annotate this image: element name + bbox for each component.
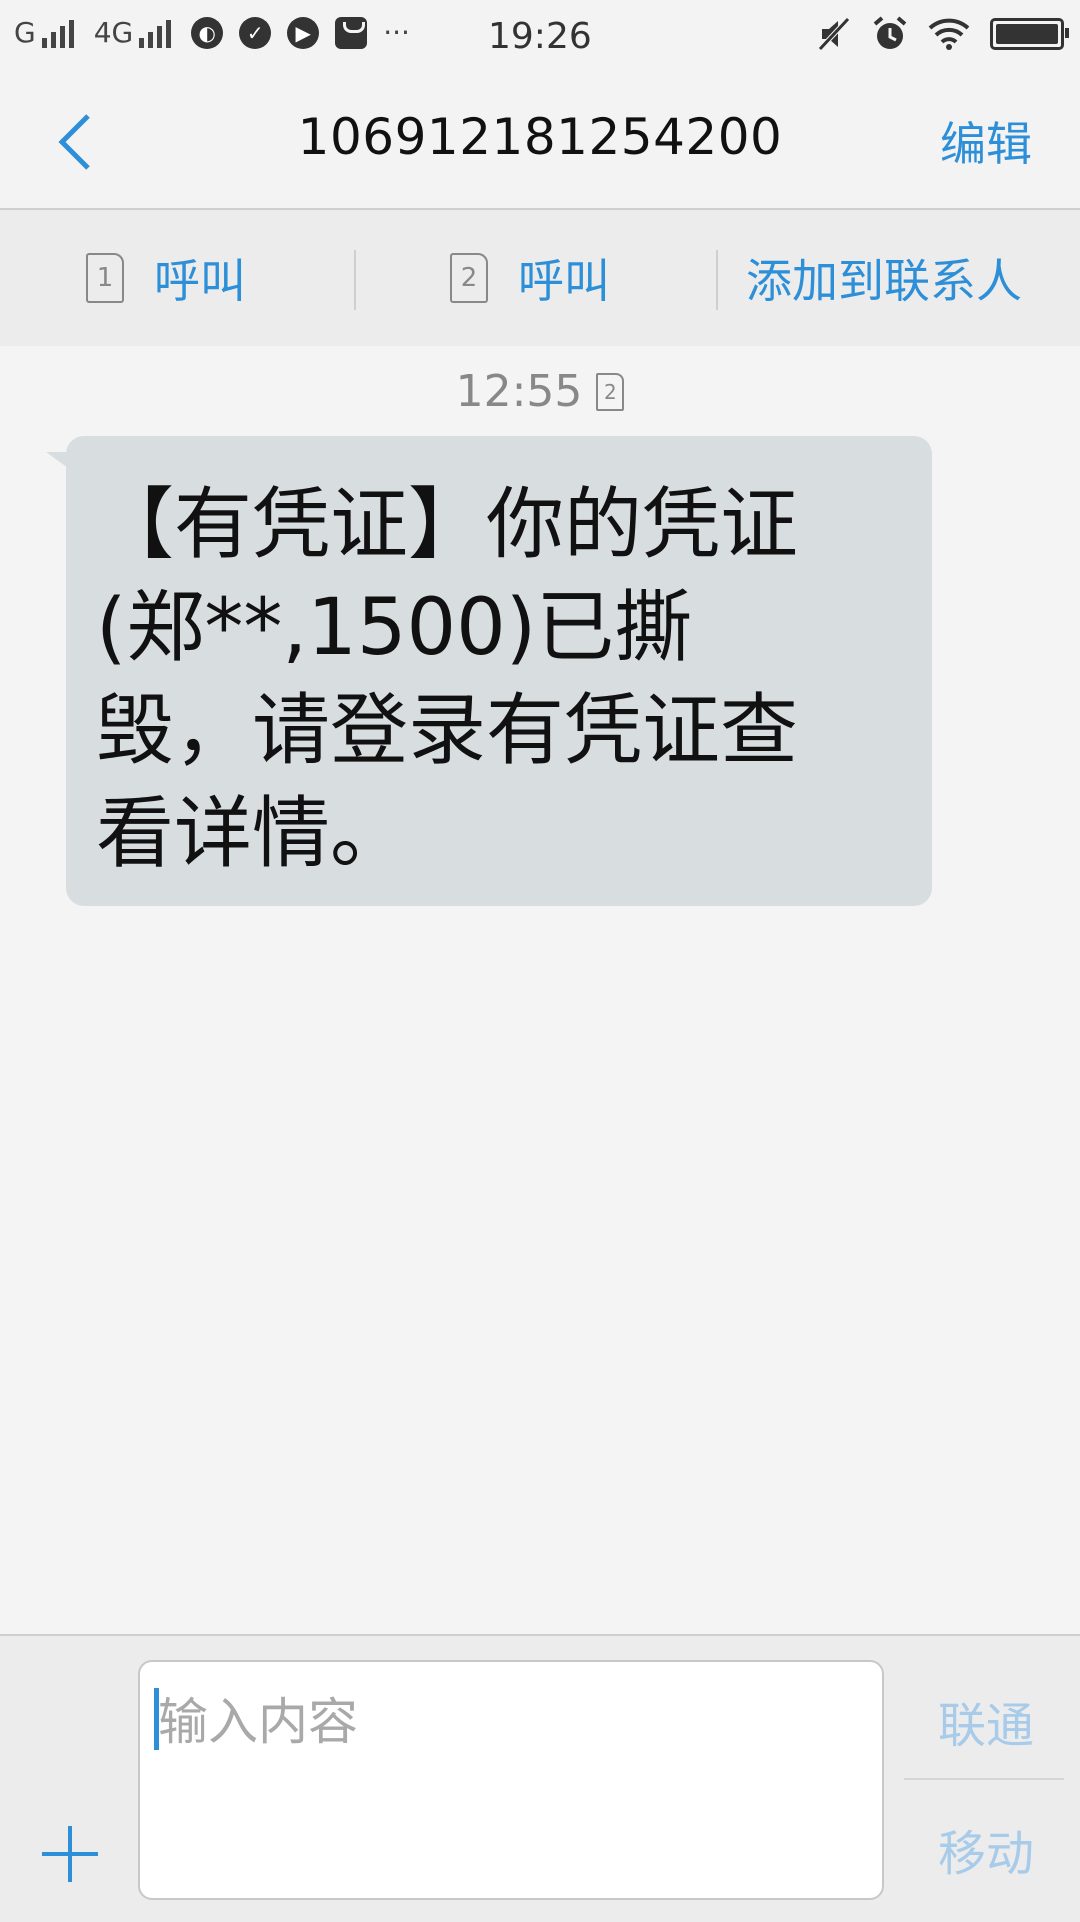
message-input[interactable]: 输入内容 (138, 1660, 884, 1900)
play-icon: ▶ (287, 16, 320, 49)
input-placeholder: 输入内容 (158, 1693, 358, 1751)
mute-icon (818, 17, 850, 51)
divider (904, 1778, 1064, 1780)
message-timestamp: 12:55 2 (0, 366, 1080, 417)
bubble-tail (46, 452, 68, 468)
sim-card-2-icon: 2 (450, 253, 488, 303)
wifi-icon (928, 18, 970, 50)
check-icon: ✓ (239, 16, 272, 49)
call-sim1-button[interactable]: 1 呼叫 (86, 210, 246, 346)
call-sim2-label: 呼叫 (518, 254, 610, 308)
status-bar: G 4G ◐ ✓ ▶ ··· 19:26 (0, 0, 1080, 78)
add-contact-button[interactable]: 添加到联系人 (746, 210, 1022, 346)
sim-card-1-icon: 1 (86, 253, 124, 303)
battery-icon (990, 18, 1069, 50)
message-time: 12:55 (455, 366, 583, 417)
carrier-1-label: G (14, 16, 36, 49)
sim-card-2-icon: 2 (596, 372, 625, 411)
divider (716, 250, 718, 310)
compose-bar: 输入内容 联通 移动 (0, 1634, 1080, 1922)
status-right (818, 16, 1069, 52)
signal-icon (41, 18, 74, 48)
status-time: 19:26 (488, 16, 592, 57)
edit-button[interactable]: 编辑 (940, 108, 1032, 174)
more-notifications-icon: ··· (383, 16, 410, 49)
send-sim2-button[interactable]: 移动 (938, 1814, 1034, 1884)
call-sim2-button[interactable]: 2 呼叫 (450, 210, 610, 346)
message-bubble[interactable]: 【有凭证】你的凭证(郑**,1500)已撕毁，请登录有凭证查看详情。 (66, 436, 932, 906)
browser-icon: ◐ (191, 16, 224, 49)
alarm-icon (873, 16, 907, 49)
send-sim1-button[interactable]: 联通 (938, 1686, 1034, 1756)
plus-icon[interactable] (40, 1824, 100, 1884)
shopping-bag-icon (335, 16, 368, 49)
message-text: 【有凭证】你的凭证(郑**,1500)已撕毁，请登录有凭证查看详情。 (96, 480, 799, 879)
page-title: 106912181254200 (297, 108, 783, 166)
conversation-header: 106912181254200 编辑 (0, 78, 1080, 210)
signal-icon (139, 18, 172, 48)
action-bar: 1 呼叫 2 呼叫 添加到联系人 (0, 210, 1080, 346)
divider (354, 250, 356, 310)
status-left: G 4G ◐ ✓ ▶ ··· (14, 16, 410, 49)
carrier-2-label: 4G (93, 16, 134, 49)
call-sim1-label: 呼叫 (154, 254, 246, 308)
